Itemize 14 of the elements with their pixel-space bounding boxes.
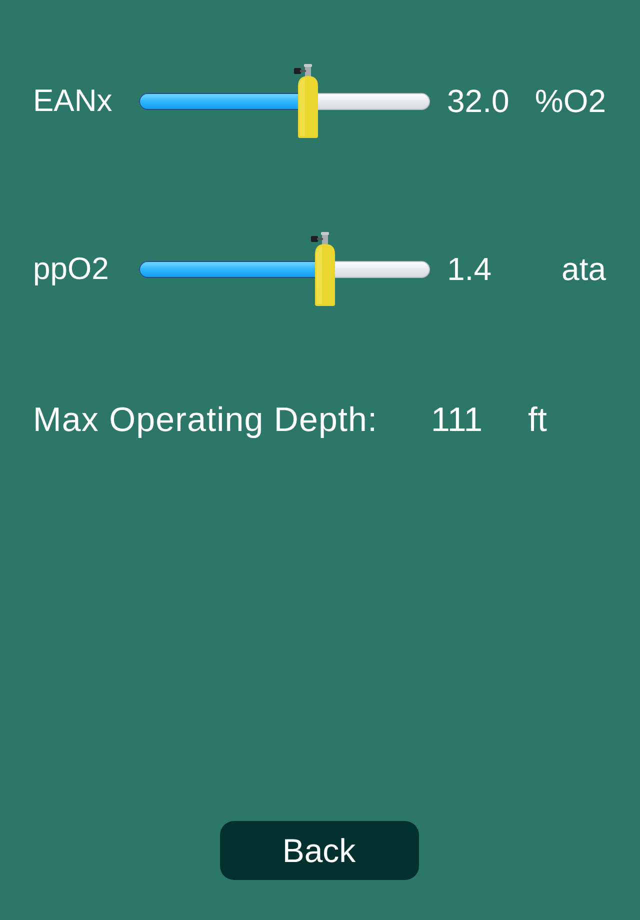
slider[interactable] <box>139 64 430 138</box>
back-button[interactable]: Back <box>220 821 418 880</box>
slider-label: EANx <box>33 83 114 119</box>
scuba-tank-thumb-icon[interactable] <box>294 64 318 138</box>
depth-label: Max Operating Depth: <box>33 400 378 440</box>
unit-label: ft <box>528 400 547 440</box>
slider-value: 32.0 <box>447 82 510 120</box>
slider-value: 1.4 <box>447 250 492 288</box>
depth-value: 111 <box>431 400 483 440</box>
unit-label: %O2 <box>534 82 606 120</box>
slider-label: ppO2 <box>33 251 110 287</box>
slider[interactable] <box>139 232 430 306</box>
unit-label: ata <box>562 250 606 288</box>
scuba-tank-thumb-icon[interactable] <box>311 232 336 306</box>
